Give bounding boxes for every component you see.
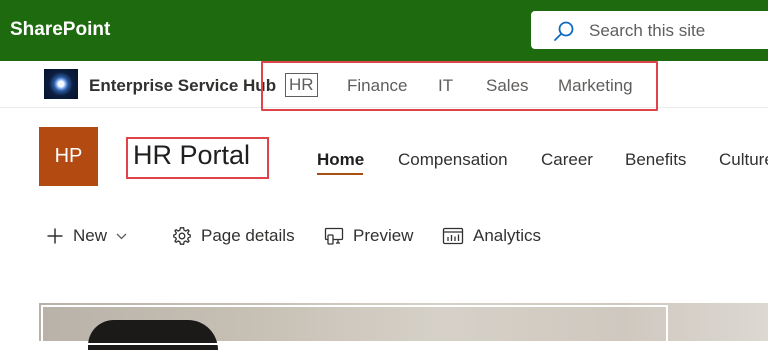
hub-site-name[interactable]: Enterprise Service Hub (89, 76, 276, 96)
hub-nav-item-hr[interactable]: HR (285, 73, 318, 97)
preview-button[interactable]: Preview (324, 224, 413, 248)
preview-icon (324, 227, 344, 245)
site-nav-item-culture[interactable]: Culture (719, 150, 768, 170)
hero-tile-frame (41, 305, 668, 345)
hub-logo[interactable] (44, 69, 78, 99)
site-logo-initials: HP (54, 145, 83, 167)
site-logo[interactable]: HP (39, 127, 98, 186)
gear-icon (173, 227, 191, 245)
active-nav-indicator (317, 173, 363, 175)
analytics-button[interactable]: Analytics (442, 224, 541, 248)
chevron-down-icon[interactable] (116, 232, 127, 240)
site-nav-item-benefits[interactable]: Benefits (625, 150, 686, 170)
site-nav-item-career[interactable]: Career (541, 150, 593, 170)
analytics-label: Analytics (473, 226, 542, 245)
page-details-button[interactable]: Page details (172, 224, 295, 248)
hub-nav-item-it[interactable]: IT (438, 76, 453, 96)
hub-nav-bar: Enterprise Service Hub HR Finance IT Sal… (0, 61, 768, 111)
new-button[interactable]: New (46, 224, 127, 248)
page-details-label: Page details (201, 226, 295, 245)
search-input[interactable] (589, 20, 768, 42)
analytics-icon (442, 227, 464, 245)
hub-nav-item-sales[interactable]: Sales (486, 76, 529, 96)
app-name[interactable]: SharePoint (10, 19, 110, 41)
site-title[interactable]: HR Portal (133, 140, 250, 171)
suite-bar: SharePoint (0, 0, 768, 61)
site-nav-item-compensation[interactable]: Compensation (398, 150, 508, 170)
plus-icon (47, 228, 63, 244)
search-box[interactable] (531, 11, 768, 49)
preview-label: Preview (353, 226, 414, 245)
new-button-label: New (73, 226, 108, 245)
hub-nav-item-marketing[interactable]: Marketing (558, 76, 633, 96)
site-nav-item-home[interactable]: Home (317, 150, 364, 170)
hub-nav-item-finance[interactable]: Finance (347, 76, 407, 96)
search-icon[interactable] (553, 20, 575, 42)
